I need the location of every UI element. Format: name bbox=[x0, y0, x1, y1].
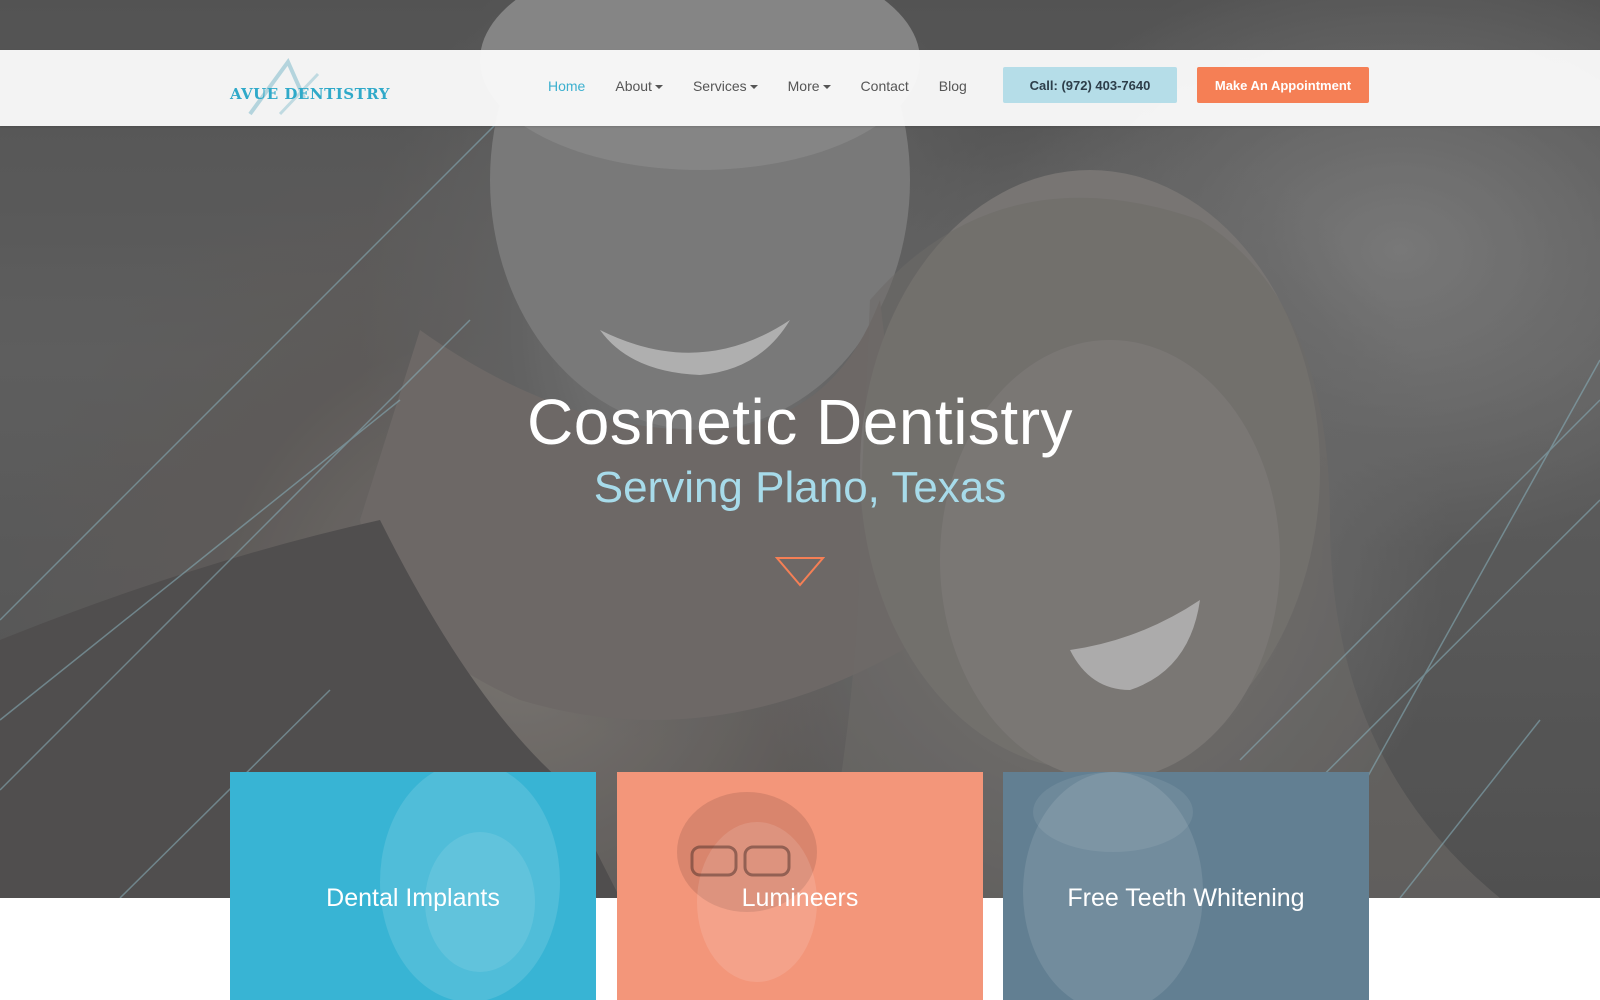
call-button[interactable]: Call: (972) 403-7640 bbox=[1003, 67, 1177, 103]
card-label: Dental Implants bbox=[326, 884, 500, 912]
nav-about[interactable]: About bbox=[615, 78, 663, 94]
card-lumineers[interactable]: Lumineers bbox=[617, 772, 983, 1000]
card-label: Free Teeth Whitening bbox=[1067, 884, 1305, 912]
hero-title: Cosmetic Dentistry bbox=[527, 386, 1073, 458]
logo[interactable]: AVUE DENTISTRY bbox=[228, 58, 390, 118]
caret-down-icon bbox=[822, 84, 831, 89]
card-dental-implants[interactable]: Dental Implants bbox=[230, 772, 596, 1000]
page: AVUE DENTISTRY Home About Services More … bbox=[0, 0, 1600, 1000]
main-nav: Home About Services More Contact Blog bbox=[548, 76, 997, 96]
card-label: Lumineers bbox=[741, 884, 859, 912]
caret-down-icon bbox=[654, 84, 663, 89]
card-free-teeth-whitening[interactable]: Free Teeth Whitening bbox=[1003, 772, 1369, 1000]
nav-home-label: Home bbox=[548, 78, 586, 94]
triangle-down-icon[interactable] bbox=[775, 555, 825, 587]
nav-contact[interactable]: Contact bbox=[861, 78, 909, 94]
nav-services[interactable]: Services bbox=[693, 78, 758, 94]
site-header: AVUE DENTISTRY Home About Services More … bbox=[0, 50, 1600, 126]
nav-home[interactable]: Home bbox=[548, 78, 585, 94]
nav-about-label: About bbox=[615, 78, 652, 94]
nav-more-label: More bbox=[787, 78, 820, 94]
nav-more[interactable]: More bbox=[788, 78, 831, 94]
nav-contact-label: Contact bbox=[860, 78, 909, 94]
hero-subtitle: Serving Plano, Texas bbox=[593, 463, 1007, 512]
logo-text: AVUE DENTISTRY bbox=[230, 85, 390, 103]
nav-blog[interactable]: Blog bbox=[939, 78, 967, 94]
caret-down-icon bbox=[749, 84, 758, 89]
nav-services-label: Services bbox=[692, 78, 747, 94]
make-appointment-button[interactable]: Make An Appointment bbox=[1197, 67, 1369, 103]
nav-blog-label: Blog bbox=[938, 78, 967, 94]
